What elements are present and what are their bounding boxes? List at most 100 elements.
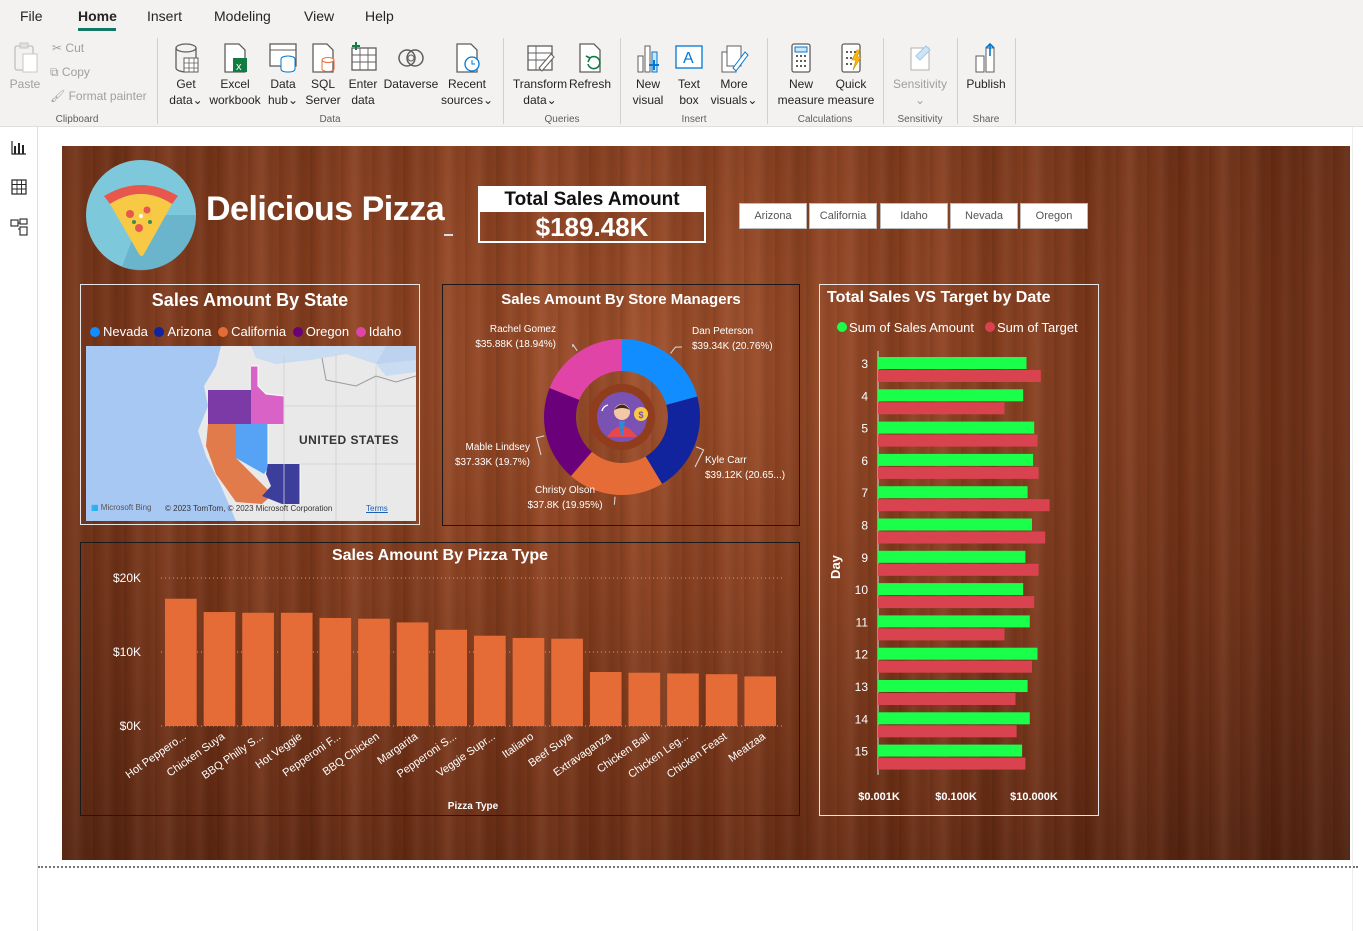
new-measure-button[interactable]: New measure (776, 42, 826, 108)
legend-california[interactable]: California (218, 324, 286, 339)
bar-chicken-leg[interactable] (667, 673, 699, 726)
bar-sum-of-sales-amount-day-13[interactable] (878, 680, 1028, 692)
bar-meatzaa[interactable] (744, 676, 777, 726)
slicer-idaho[interactable]: Idaho (880, 203, 948, 229)
paste-button[interactable]: Paste (8, 42, 42, 92)
bar-sum-of-target-day-4[interactable] (878, 402, 1005, 415)
kpi-card[interactable]: Total Sales Amount $189.48K (478, 186, 706, 243)
bar-bbq-philly-s[interactable] (242, 612, 274, 726)
bar-hot-peppero[interactable] (165, 598, 197, 726)
bar-sum-of-sales-amount-day-6[interactable] (878, 453, 1034, 466)
bar-chicken-feast[interactable] (705, 674, 738, 726)
legend-arizona[interactable]: Arizona (154, 324, 212, 339)
copy-button[interactable]: ⧉ Copy (50, 65, 90, 80)
bar-beef-suya[interactable] (551, 638, 583, 726)
report-view-icon[interactable] (9, 137, 29, 157)
model-view-icon[interactable] (9, 217, 29, 237)
legend-sum-of-sales-amount[interactable]: Sum of Sales Amount (837, 320, 974, 335)
bar-sum-of-sales-amount-day-3[interactable] (878, 357, 1027, 369)
bar-visual[interactable]: Sales Amount By Pizza Type $0K $10K $20K Ho… (80, 542, 800, 816)
bar-sum-of-target-day-7[interactable] (878, 499, 1050, 512)
menu-view[interactable]: View (304, 8, 334, 24)
bar-sum-of-target-day-11[interactable] (878, 628, 1005, 641)
donut-leader-line (535, 435, 545, 456)
sql-server-button[interactable]: SQL Server (304, 42, 342, 108)
bar-sum-of-sales-amount-day-10[interactable] (878, 583, 1024, 596)
bar-sum-of-sales-amount-day-9[interactable] (878, 550, 1026, 563)
bar-pepperoni-s[interactable] (435, 629, 468, 726)
target-visual[interactable]: Total Sales VS Target by Date Sum of Sal… (819, 284, 1099, 816)
bar-sum-of-sales-amount-day-12[interactable] (878, 647, 1038, 660)
bar-sum-of-target-day-9[interactable] (878, 563, 1039, 576)
bar-sum-of-target-day-5[interactable] (878, 434, 1038, 447)
table-view-icon[interactable] (9, 177, 29, 197)
menu-modeling[interactable]: Modeling (214, 8, 271, 24)
data-hub-button[interactable]: Data hub⌄ (264, 42, 302, 108)
kpi-value: $189.48K (535, 212, 649, 242)
format-painter-button[interactable]: 🖌 Format painter (50, 89, 147, 103)
legend-idaho[interactable]: Idaho (355, 324, 401, 339)
bar-sum-of-sales-amount-day-14[interactable] (878, 712, 1030, 725)
transform-data-button[interactable]: Transform data⌄ (512, 42, 568, 108)
manager-avatar-icon: $ (589, 384, 655, 450)
bar-sum-of-target-day-14[interactable] (878, 725, 1017, 738)
legend-oregon[interactable]: Oregon (292, 324, 349, 339)
legend-sum-of-target[interactable]: Sum of Target (985, 320, 1078, 335)
bar-hot-veggie[interactable] (280, 612, 313, 726)
bar-bbq-chicken[interactable] (358, 618, 390, 726)
menu-help[interactable]: Help (365, 8, 394, 24)
bar-sum-of-sales-amount-day-11[interactable] (878, 615, 1030, 628)
bar-sum-of-target-day-3[interactable] (878, 370, 1041, 382)
donut-visual[interactable]: Sales Amount By Store Managers Dan Peter… (442, 284, 800, 526)
dataverse-button[interactable]: Dataverse (383, 42, 439, 92)
legend-nevada[interactable]: Nevada (90, 324, 148, 339)
bar-chicken-suya[interactable] (203, 612, 236, 726)
slicer-oregon[interactable]: Oregon (1020, 203, 1088, 229)
bar-sum-of-target-day-6[interactable] (878, 466, 1039, 479)
menu-file[interactable]: File (20, 8, 43, 24)
slicer-california[interactable]: California (809, 203, 877, 229)
text-box-button[interactable]: A Text box (670, 42, 708, 108)
bar-sum-of-target-day-12[interactable] (878, 660, 1032, 673)
excel-label-2: workbook (209, 93, 261, 107)
excel-label-1: Excel (220, 77, 250, 91)
menu-home[interactable]: Home (78, 8, 117, 24)
refresh-button[interactable]: Refresh (568, 42, 612, 92)
recent-sources-icon (456, 43, 480, 73)
enter-data-button[interactable]: Enter data (344, 42, 382, 108)
get-data-button[interactable]: Get data⌄ (166, 42, 206, 108)
bar-pepperoni-f[interactable] (319, 617, 352, 726)
bar-sum-of-sales-amount-day-7[interactable] (878, 486, 1028, 499)
bar-chicken-bali[interactable] (628, 672, 661, 726)
recent-sources-button[interactable]: Recent sources⌄ (440, 42, 494, 108)
bar-sum-of-target-day-10[interactable] (878, 596, 1035, 609)
bar-sum-of-target-day-13[interactable] (878, 693, 1016, 705)
bar-sum-of-target-day-15[interactable] (878, 757, 1026, 770)
bar-veggie-supr[interactable] (474, 635, 506, 726)
map-visual[interactable]: Sales Amount By State Nevada Arizona Cal… (80, 284, 420, 525)
slicer-nevada[interactable]: Nevada (950, 203, 1018, 229)
bar-chart[interactable]: $0K$10K$20KHot Peppero...Chicken SuyaBBQ… (81, 543, 801, 817)
slicer-arizona[interactable]: Arizona (739, 203, 807, 229)
day-tick-label: 6 (861, 454, 868, 468)
donut-chart[interactable]: Dan Peterson $39.34K (20.76%) Kyle Carr $39… (443, 285, 801, 527)
vertical-scrollbar[interactable] (1352, 127, 1363, 931)
quick-measure-button[interactable]: Quick measure (826, 42, 876, 108)
bar-italiano[interactable] (512, 637, 545, 726)
bar-extravaganza[interactable] (589, 671, 622, 726)
new-visual-button[interactable]: New visual (628, 42, 668, 108)
menu-insert[interactable]: Insert (147, 8, 182, 24)
bar-sum-of-sales-amount-day-4[interactable] (878, 389, 1024, 402)
bar-sum-of-sales-amount-day-5[interactable] (878, 421, 1035, 434)
bar-sum-of-sales-amount-day-15[interactable] (878, 744, 1023, 757)
cut-button[interactable]: ✂ Cut (52, 41, 84, 55)
target-chart[interactable]: Sum of Sales Amount Sum of Target 3 4 5 6 7 8 9 1… (820, 285, 1100, 817)
sensitivity-button[interactable]: Sensitivity ⌄ (890, 42, 950, 108)
bar-margarita[interactable] (396, 622, 429, 726)
bar-sum-of-sales-amount-day-8[interactable] (878, 518, 1032, 531)
publish-button[interactable]: Publish (964, 42, 1008, 92)
bar-sum-of-target-day-8[interactable] (878, 531, 1046, 544)
excel-workbook-button[interactable]: x Excel workbook (206, 42, 264, 108)
map-terms-link[interactable]: Terms (366, 504, 388, 513)
more-visuals-button[interactable]: More visuals⌄ (710, 42, 758, 108)
